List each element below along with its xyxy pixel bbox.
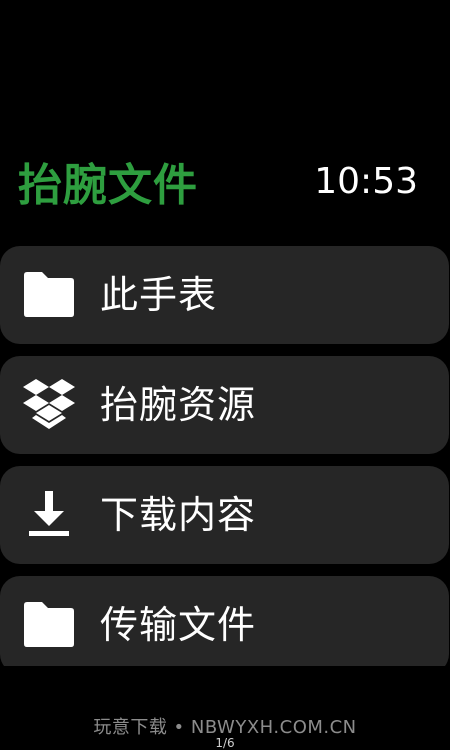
menu-item-downloads[interactable]: 下载内容 bbox=[0, 466, 449, 564]
folder-icon bbox=[20, 267, 78, 323]
menu-item-label: 此手表 bbox=[100, 273, 218, 317]
folder-icon bbox=[20, 597, 78, 653]
dropbox-icon bbox=[20, 377, 78, 433]
page-indicator: 1/6 bbox=[215, 736, 235, 750]
app-title: 抬腕文件 bbox=[18, 160, 198, 211]
menu-item-this-watch[interactable]: 此手表 bbox=[0, 246, 449, 344]
clock-time: 10:53 bbox=[314, 161, 418, 202]
menu-item-label: 传输文件 bbox=[100, 603, 257, 647]
file-menu: 此手表 抬腕资源 下载内容 传输文件 bbox=[0, 246, 450, 666]
menu-item-label: 下载内容 bbox=[100, 493, 257, 537]
menu-item-transfer-files[interactable]: 传输文件 bbox=[0, 576, 449, 666]
menu-item-label: 抬腕资源 bbox=[100, 383, 257, 427]
download-icon bbox=[20, 487, 78, 543]
header: 抬腕文件 10:53 bbox=[0, 150, 450, 220]
menu-item-wrist-resources[interactable]: 抬腕资源 bbox=[0, 356, 449, 454]
